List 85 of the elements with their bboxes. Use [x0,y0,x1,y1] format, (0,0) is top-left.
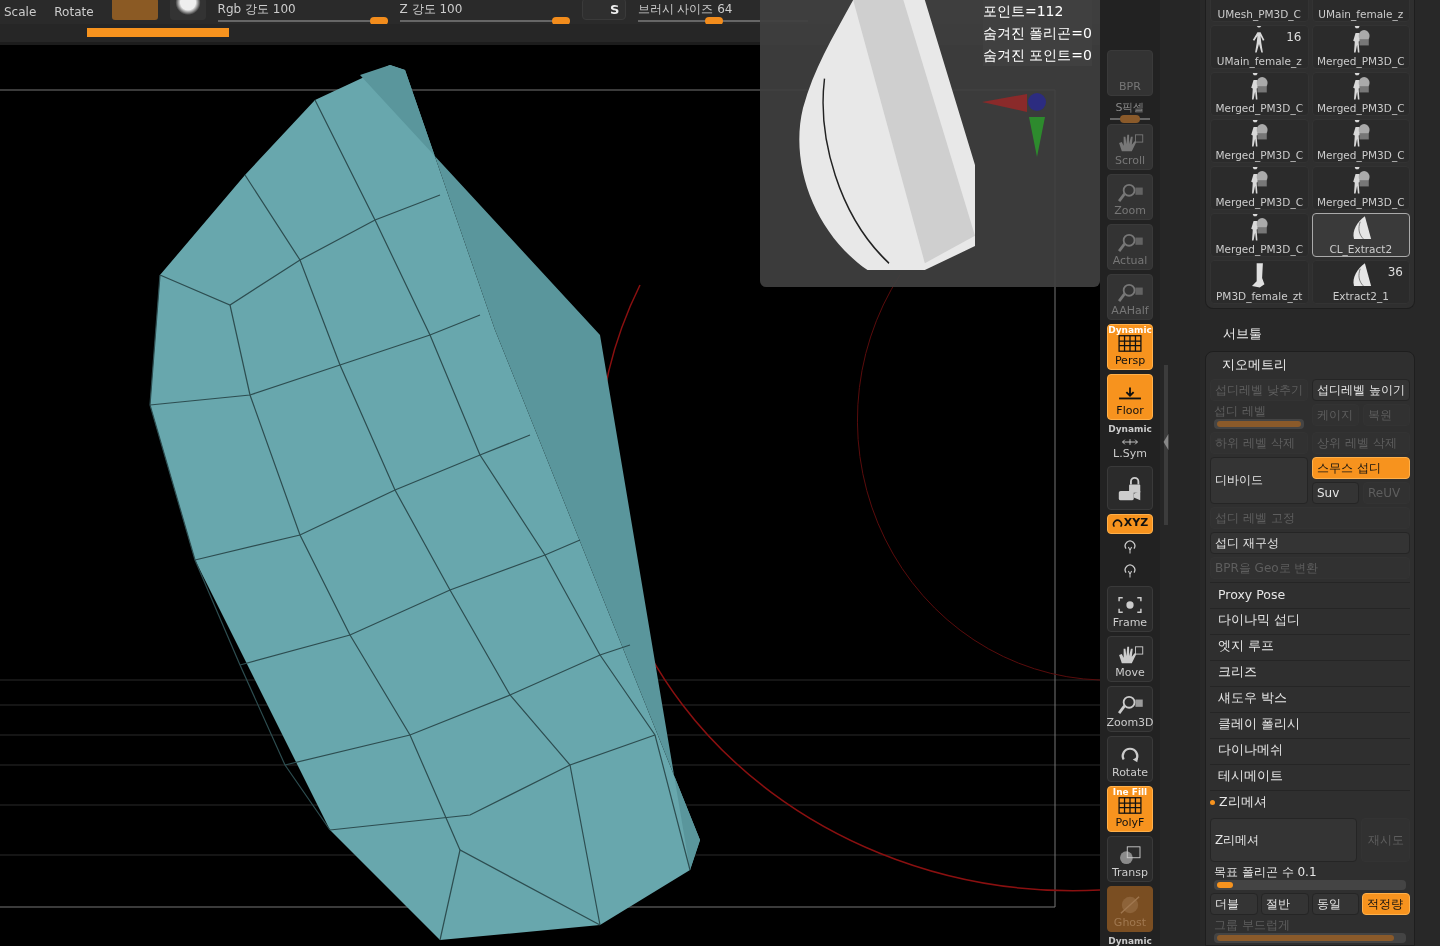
section-header[interactable]: Proxy Pose [1210,582,1410,605]
subtool-tile[interactable]: UMesh_PM3D_C [1210,0,1309,22]
slider-track[interactable] [399,19,570,22]
mesh-stat: 숨겨진 포인트=0 [982,46,1092,65]
section-title[interactable]: 지오메트리 [1210,354,1410,376]
toolbar-button[interactable]: Frame [1107,586,1153,632]
hand-icon [1116,133,1144,153]
section-header[interactable]: Z리메셔 [1210,790,1410,813]
section-header[interactable]: 섀도우 박스 [1210,686,1410,709]
hand-icon [1116,645,1144,665]
slider-thumb[interactable] [370,16,389,24]
section-header[interactable]: 클레이 폴리시 [1210,712,1410,735]
slider-thumb[interactable] [1120,115,1140,123]
section-header[interactable]: 엣지 루프 [1210,634,1410,657]
section-heading[interactable]: 서브툴 [1205,309,1415,351]
mode-caption: Ine Fill [1112,787,1148,797]
grid-icon [1116,333,1144,353]
subtool-tile[interactable]: Merged_PM3D_C [1210,72,1309,116]
polygon-count: 36 [1387,265,1403,279]
toolbar-button[interactable]: L.Sym [1107,438,1153,462]
slider-label: Rgb 강도 100 [217,2,297,16]
higher-subdiv-button[interactable]: 섭디레벨 높이기 [1312,379,1410,401]
mode-button[interactable]: 더블 [1210,893,1258,915]
toolbar-button[interactable]: Rotate [1107,736,1153,782]
rotate-icon [1111,517,1123,529]
magnifier-icon [1116,695,1144,715]
mesh-stat: 숨겨진 폴리곤=0 [982,24,1092,43]
subtool-tile[interactable]: Merged_PM3D_C [1210,166,1309,210]
frame-icon [1116,595,1144,615]
mode-caption: Dynamic [1108,936,1152,946]
toolbar-button[interactable]: Ine Fill PolyF [1107,786,1153,832]
expanded-dot-icon [1210,799,1215,805]
subtool-tile[interactable]: Merged_PM3D_C [1210,119,1309,163]
material-swatch[interactable] [111,0,158,20]
reconstruct-subdiv-button[interactable]: 섭디 재구성 [1210,532,1410,554]
mode-caption: Dynamic [1108,325,1152,335]
subtool-tile[interactable]: Merged_PM3D_C [1311,166,1410,210]
grid-icon [1116,795,1144,815]
subtool-tile[interactable]: PM3D_female_zt [1210,260,1309,304]
subtool-tile[interactable]: Merged_PM3D_C [1210,213,1309,257]
suv-toggle[interactable]: Suv [1312,482,1359,504]
magnifier-icon [1116,183,1144,203]
magnifier-icon [1116,283,1144,303]
section-header[interactable]: 다이나믹 섭디 [1210,608,1410,631]
axis-rotate-icon [1122,563,1138,579]
subtool-tile[interactable]: Merged_PM3D_C [1311,72,1410,116]
toolbar-button[interactable]: Dynamic Persp [1107,324,1153,370]
subtool-tile[interactable]: UMain_female_z [1311,0,1410,22]
slider-thumb[interactable] [705,16,724,24]
polygon-count: 16 [1286,30,1302,44]
zremesher-button[interactable]: Z리메셔 [1210,818,1357,862]
mode-caption: Dynamic [1108,424,1152,434]
toolbar-button[interactable]: Floor [1107,374,1153,420]
subtool-tile[interactable]: Merged_PM3D_C [1311,119,1410,163]
slider-track[interactable] [217,19,388,22]
axis-rotate-icon [1122,539,1138,555]
toolbar-button[interactable] [1107,466,1153,510]
toolbar-button[interactable]: Transp [1107,836,1153,882]
divide-button[interactable]: 디바이드 [1210,457,1308,504]
target-polycount-slider-label: 목표 폴리곤 수 0.1 [1214,865,1318,880]
section-header[interactable]: 크리즈 [1210,660,1410,683]
subtool-tile[interactable]: 36 Extract2_1 [1311,260,1410,304]
smooth-subdiv-toggle[interactable]: 스무스 섭디 [1312,457,1410,479]
tool-label[interactable]: Rotate [54,5,94,19]
mesh-stat: 포인트=112 [982,2,1064,21]
symmetry-button[interactable]: S [581,0,626,20]
slider-label: 브러시 사이즈 64 [637,2,734,16]
slider-label: S픽셀 [1115,100,1145,115]
slider-thumb[interactable] [552,16,571,24]
mode-button[interactable]: 절반 [1260,893,1309,915]
subtool-tile[interactable]: CL_Extract2 [1311,213,1410,257]
mode-button[interactable]: 동일 [1311,893,1360,915]
mode-button[interactable]: 적정량 [1362,893,1410,915]
subtool-tile[interactable]: 16 UMain_female_z [1210,25,1309,69]
group-smooth-slider[interactable] [1214,933,1406,943]
toolbar-button[interactable]: Zoom3D [1107,686,1153,732]
section-header[interactable]: 다이나메쉬 [1210,738,1410,761]
magnifier-icon [1116,233,1144,253]
slider-label: Z 강도 100 [399,2,464,16]
subtool-tile[interactable]: Merged_PM3D_C [1311,25,1410,69]
toolbar-button[interactable]: Move [1107,636,1153,682]
tool-label[interactable]: Scale [4,5,37,19]
target-polycount-slider[interactable] [1214,880,1406,890]
section-header[interactable]: 테시메이트 [1210,764,1410,787]
toolbar-button[interactable]: XYZ [1107,514,1153,534]
